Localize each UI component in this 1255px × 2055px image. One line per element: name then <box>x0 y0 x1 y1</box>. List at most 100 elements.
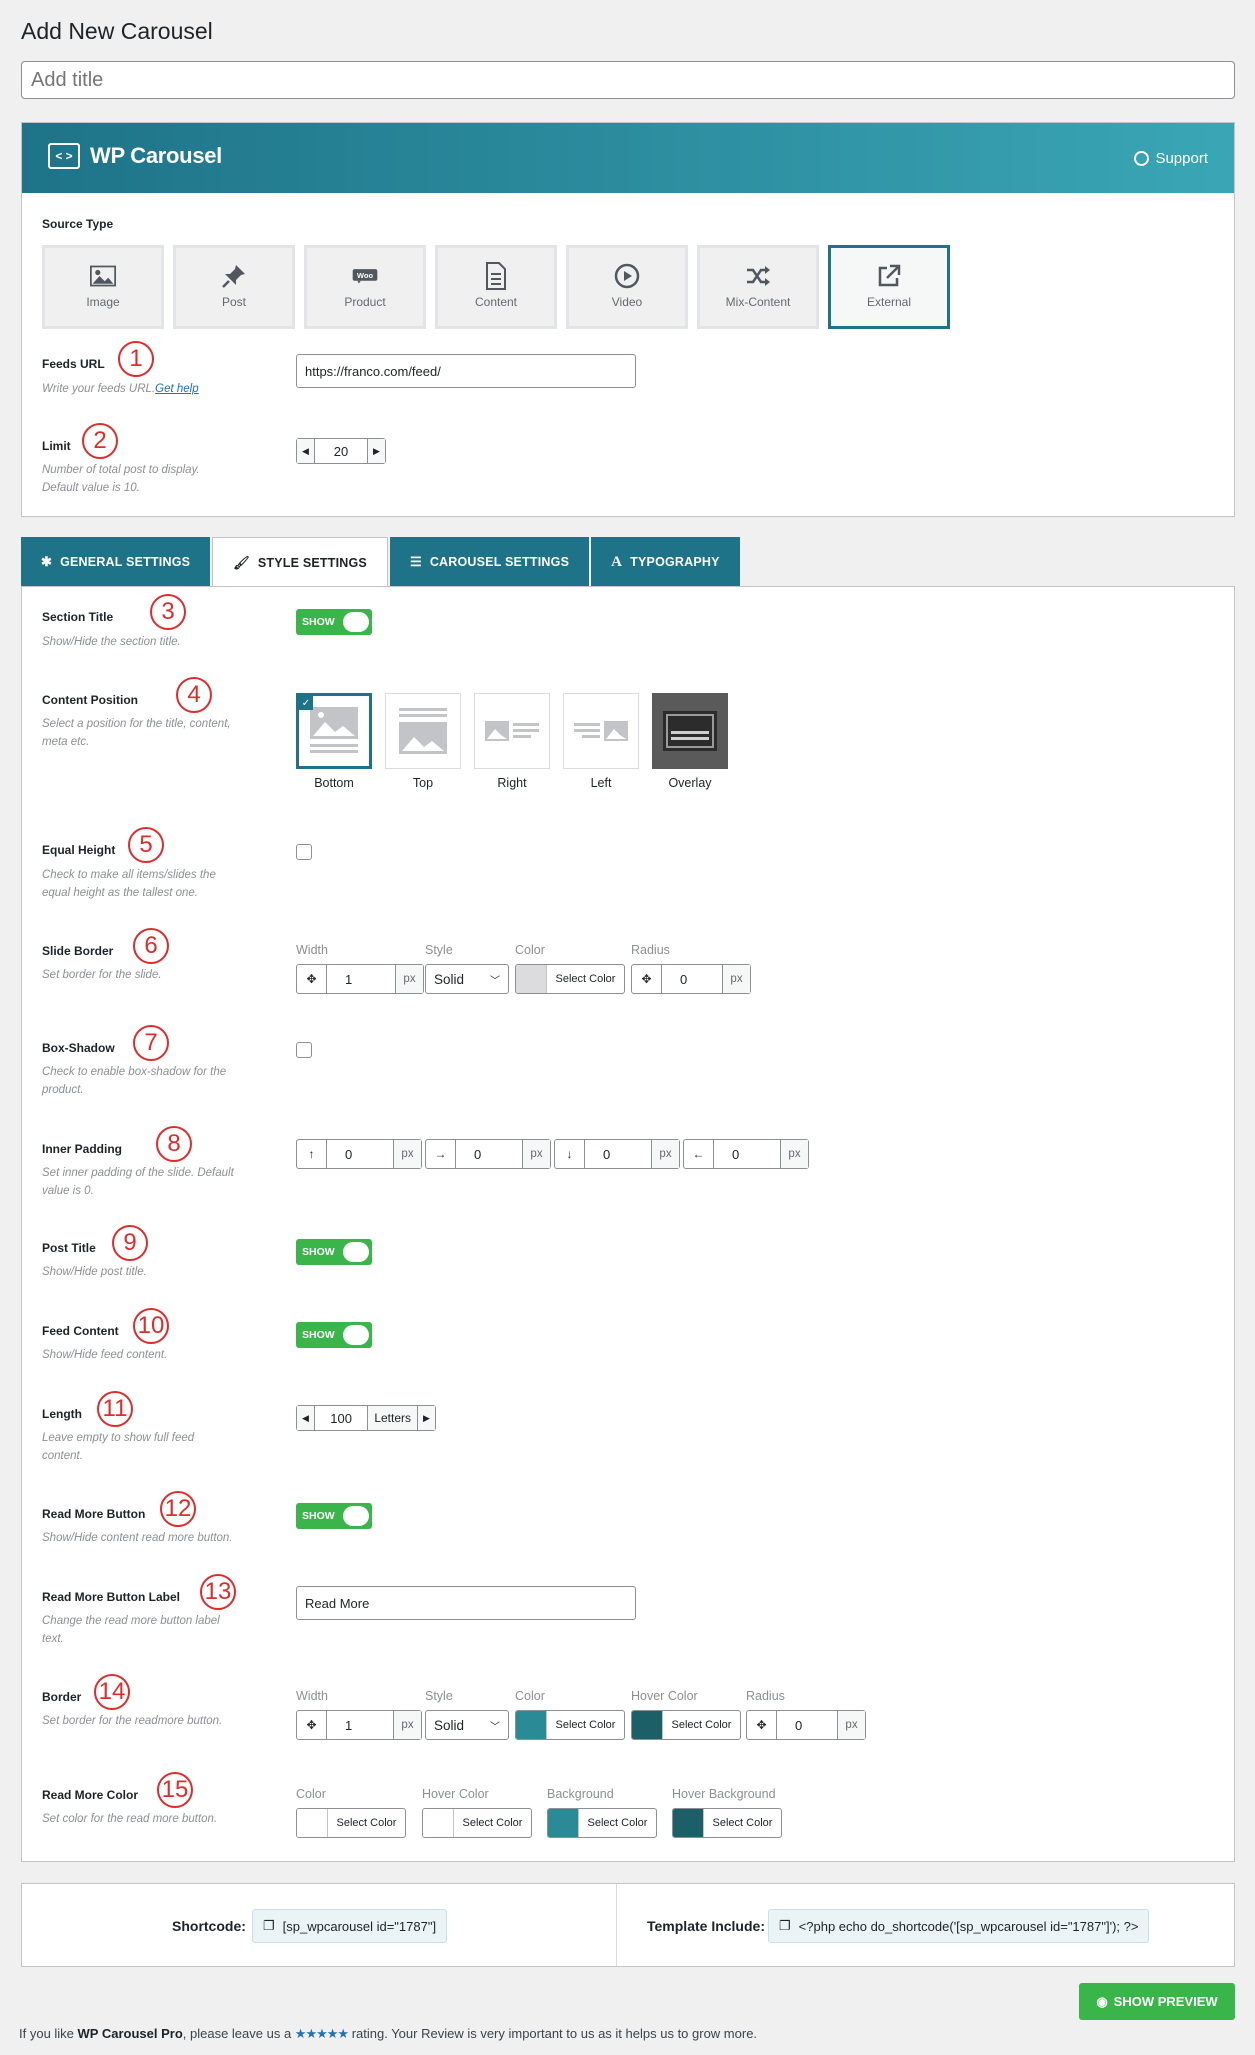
read-more-color-label: Read More Color <box>42 1788 139 1802</box>
position-caption: Overlay <box>668 776 712 790</box>
limit-value[interactable]: 20 <box>314 439 368 463</box>
padding-top-value[interactable]: 0 <box>327 1140 393 1168</box>
source-external-button[interactable]: External <box>828 245 950 329</box>
padding-right-field[interactable]: → 0 px <box>425 1139 551 1169</box>
increment-icon[interactable]: ▶ <box>368 439 385 463</box>
box-shadow-checkbox[interactable] <box>296 1042 312 1058</box>
content-position-label: Content Position <box>42 693 138 707</box>
rm-bg-color-button[interactable]: Select Color <box>547 1808 657 1838</box>
read-more-button-label: Read More Button <box>42 1507 146 1521</box>
feeds-url-input[interactable]: https://franco.com/feed/ <box>296 354 636 388</box>
position-bottom-option[interactable]: ✓ <box>296 693 372 769</box>
unit-label: px <box>837 1711 865 1739</box>
title-input[interactable] <box>21 61 1235 99</box>
shortcode-box[interactable]: ❐ [sp_wpcarousel id="1787"] <box>252 1909 448 1943</box>
rating-stars-link[interactable]: ★★★★★ <box>295 2026 349 2041</box>
border-radius-heading: Radius <box>746 1689 785 1703</box>
select-color-label: Select Color <box>546 965 624 993</box>
border-width-value[interactable]: 1 <box>327 1711 393 1739</box>
feeds-desc-text: Write your feeds URL. <box>42 383 156 395</box>
callout-4: 4 <box>176 677 212 713</box>
slide-border-width-value[interactable]: 1 <box>327 965 395 993</box>
slide-border-width-field[interactable]: ✥ 1 px <box>296 964 424 994</box>
padding-left-field[interactable]: ← 0 px <box>683 1139 809 1169</box>
read-more-label-desc-2: text. <box>42 1633 64 1645</box>
post-title-label: Post Title <box>42 1241 96 1255</box>
tab-label: GENERAL SETTINGS <box>60 555 191 569</box>
limit-stepper[interactable]: ◀ 20 ▶ <box>296 438 386 464</box>
get-help-link[interactable]: Get help <box>155 383 198 395</box>
equal-height-label: Equal Height <box>42 843 116 857</box>
toggle-label: SHOW <box>302 1329 335 1341</box>
position-left-option[interactable] <box>563 693 639 769</box>
border-radius-field[interactable]: ✥ 0 px <box>746 1710 866 1740</box>
border-radius-value[interactable]: 0 <box>777 1711 837 1739</box>
template-include-box[interactable]: ❐ <?php echo do_shortcode('[sp_wpcarouse… <box>768 1909 1150 1943</box>
callout-14: 14 <box>94 1674 130 1710</box>
feed-content-desc: Show/Hide feed content. <box>42 1349 168 1361</box>
arrow-right-icon: → <box>426 1140 456 1168</box>
position-top-option[interactable] <box>385 693 461 769</box>
show-preview-label: SHOW PREVIEW <box>1113 1994 1218 2009</box>
support-label: Support <box>1155 150 1208 167</box>
show-preview-button[interactable]: ◉ SHOW PREVIEW <box>1079 1983 1235 2020</box>
padding-bottom-value[interactable]: 0 <box>585 1140 651 1168</box>
source-type-label: Source Type <box>42 217 114 231</box>
post-title-desc: Show/Hide post title. <box>42 1266 147 1278</box>
lifebuoy-icon <box>1134 151 1150 166</box>
callout-8: 8 <box>156 1126 192 1162</box>
left-layout-icon <box>574 721 628 741</box>
post-title-toggle[interactable]: SHOW <box>296 1239 372 1265</box>
tab-typography[interactable]: A TYPOGRAPHY <box>591 537 740 587</box>
chevron-down-icon: ﹀ <box>490 1721 500 1733</box>
source-video-button[interactable]: Video <box>566 245 688 329</box>
position-right-option[interactable] <box>474 693 550 769</box>
source-post-button[interactable]: Post <box>173 245 295 329</box>
slide-border-color-button[interactable]: Select Color <box>515 964 625 994</box>
padding-bottom-field[interactable]: ↓ 0 px <box>554 1139 680 1169</box>
slide-border-radius-value[interactable]: 0 <box>662 965 722 993</box>
length-value[interactable]: 100 <box>314 1406 369 1430</box>
source-product-button[interactable]: Woo Product <box>304 245 426 329</box>
tab-carousel-settings[interactable]: ☰ CAROUSEL SETTINGS <box>389 537 590 587</box>
source-content-button[interactable]: Content <box>435 245 557 329</box>
tab-style-settings[interactable]: 🖌 STYLE SETTINGS <box>212 537 388 587</box>
equal-height-checkbox[interactable] <box>296 844 312 860</box>
support-link[interactable]: Support <box>1134 150 1208 167</box>
feed-content-toggle[interactable]: SHOW <box>296 1322 372 1348</box>
decrement-icon[interactable]: ◀ <box>297 439 314 463</box>
copy-icon[interactable]: ❐ <box>263 1918 275 1934</box>
increment-icon[interactable]: ▶ <box>418 1406 435 1430</box>
border-label: Border <box>42 1690 82 1704</box>
slide-border-style-select[interactable]: Solid ﹀ <box>425 964 509 994</box>
arrow-up-icon: ↑ <box>297 1140 327 1168</box>
padding-right-value[interactable]: 0 <box>456 1140 522 1168</box>
padding-left-value[interactable]: 0 <box>714 1140 780 1168</box>
tab-general-settings[interactable]: ✱ GENERAL SETTINGS <box>21 537 211 587</box>
callout-11: 11 <box>97 1391 133 1427</box>
rm-hover-heading: Hover Color <box>422 1787 489 1801</box>
section-title-toggle[interactable]: SHOW <box>296 609 372 635</box>
border-style-select[interactable]: Solid ﹀ <box>425 1710 509 1740</box>
border-hover-color-button[interactable]: Select Color <box>631 1710 741 1740</box>
source-mix-content-button[interactable]: Mix-Content <box>697 245 819 329</box>
source-image-button[interactable]: Image <box>42 245 164 329</box>
divider <box>616 1884 617 1966</box>
position-overlay-option[interactable] <box>652 693 728 769</box>
rm-color-button[interactable]: Select Color <box>296 1808 406 1838</box>
padding-top-field[interactable]: ↑ 0 px <box>296 1139 422 1169</box>
select-color-label: Select Color <box>327 1809 405 1837</box>
read-more-toggle[interactable]: SHOW <box>296 1503 372 1529</box>
decrement-icon[interactable]: ◀ <box>297 1406 314 1430</box>
rm-hover-bg-color-button[interactable]: Select Color <box>672 1808 782 1838</box>
sliders-icon: ☰ <box>409 554 422 569</box>
rm-hover-color-button[interactable]: Select Color <box>422 1808 532 1838</box>
length-stepper[interactable]: ◀ 100 Letters ▶ <box>296 1405 436 1431</box>
copy-icon[interactable]: ❐ <box>779 1918 791 1934</box>
color-swatch <box>516 1711 546 1739</box>
border-color-button[interactable]: Select Color <box>515 1710 625 1740</box>
slide-border-radius-field[interactable]: ✥ 0 px <box>631 964 751 994</box>
border-width-field[interactable]: ✥ 1 px <box>296 1710 422 1740</box>
position-caption: Left <box>590 776 612 790</box>
read-more-label-input[interactable]: Read More <box>296 1586 636 1620</box>
